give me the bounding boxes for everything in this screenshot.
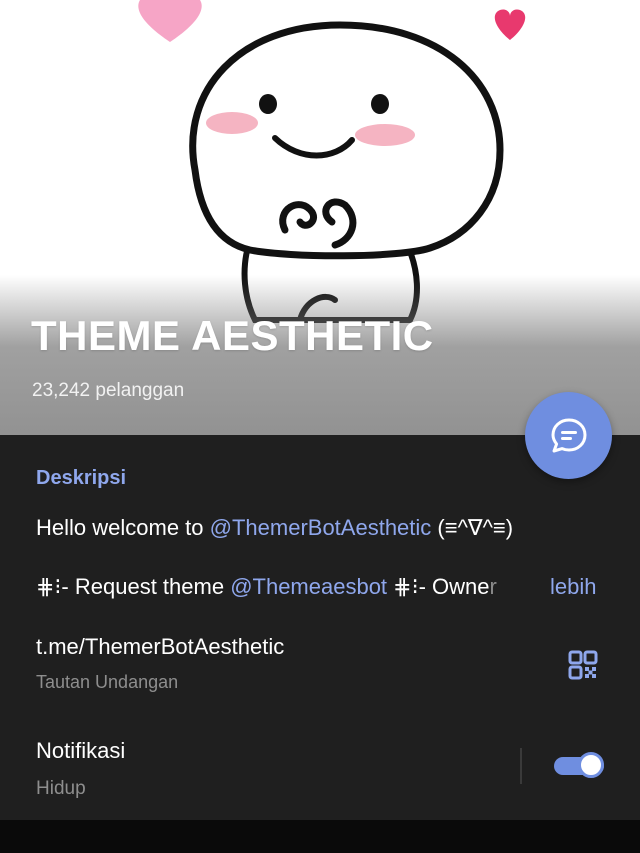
description-text: ⋕⁝- Request theme: [36, 574, 231, 599]
message-icon: [551, 418, 586, 452]
read-more-link[interactable]: lebih: [550, 574, 597, 600]
bottom-bar: [0, 820, 640, 853]
description-text-faded: r: [489, 574, 497, 599]
notifications-status: Hidup: [36, 778, 86, 799]
mention-link-themerbotaesthetic[interactable]: @ThemerBotAesthetic: [210, 515, 432, 540]
description-text: Hello welcome to: [36, 515, 210, 540]
invite-link[interactable]: t.me/ThemerBotAesthetic: [36, 634, 284, 660]
notifications-label[interactable]: Notifikasi: [36, 738, 125, 764]
qr-code-button[interactable]: [568, 650, 598, 680]
heart-icon: [494, 9, 526, 40]
channel-title: THEME AESTHETIC: [31, 312, 434, 359]
mention-link-themeaesbot[interactable]: @Themeaesbot: [230, 574, 387, 599]
toggle-knob: [578, 752, 604, 778]
description-text: (≡^∇^≡): [431, 515, 514, 540]
description-line-1: Hello welcome to @ThemerBotAesthetic (≡^…: [36, 515, 513, 541]
qr-code-icon: [568, 650, 598, 680]
invite-link-label: Tautan Undangan: [36, 672, 179, 692]
description-label: Deskripsi: [36, 467, 127, 489]
vertical-divider: [520, 748, 522, 784]
heart-icon: [138, 0, 202, 42]
discuss-button[interactable]: [525, 392, 612, 479]
channel-header-photo[interactable]: THEME AESTHETIC 23,242 pelanggan: [0, 0, 640, 435]
description-line-2: ⋕⁝- Request theme @Themeaesbot ⋕⁝- Owner: [36, 574, 497, 600]
subscriber-count: 23,242 pelanggan: [32, 380, 185, 401]
notifications-toggle[interactable]: [552, 750, 608, 782]
description-text: ⋕⁝- Owne: [387, 574, 490, 599]
